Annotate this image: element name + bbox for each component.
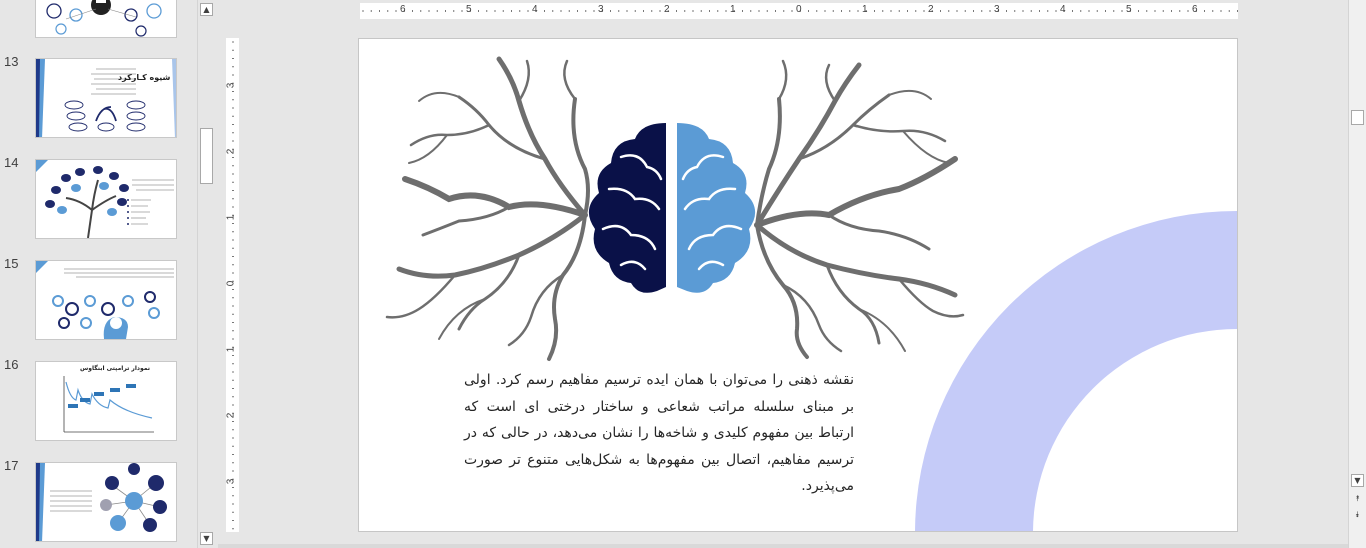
slide-number: 14 bbox=[4, 155, 19, 170]
slide-canvas[interactable]: نقشه ذهنی را می‌توان با همان ایده ترسیم … bbox=[358, 38, 1238, 532]
ruler-label: 3 bbox=[225, 478, 237, 485]
scroll-up-arrow-icon[interactable]: ▲ bbox=[200, 3, 213, 16]
thumbnail-scrollbar[interactable]: ▲ ▼ bbox=[197, 0, 216, 548]
slide-thumbnail-13[interactable]: شیوه کـارکرد bbox=[35, 58, 177, 138]
ruler-label: 3 bbox=[994, 4, 1000, 15]
thumbnail-title: نمودار ترامپتی ابنگاوس bbox=[80, 365, 151, 372]
thumbnail-title: شیوه کـارکرد bbox=[118, 73, 171, 82]
slide-thumbnail-12[interactable] bbox=[35, 0, 177, 38]
slide-scrollbar[interactable]: ▼ ⯭ ⯯ bbox=[1348, 0, 1366, 548]
slide-editing-area: 6 5 4 3 2 1 0 1 2 3 4 5 6 3 2 1 0 1 2 3 bbox=[218, 0, 1348, 548]
slide-number: 15 bbox=[4, 256, 19, 271]
scrollbar-thumb[interactable] bbox=[1351, 110, 1364, 125]
scrollbar-thumb[interactable] bbox=[200, 128, 213, 184]
scroll-down-arrow-icon[interactable]: ▼ bbox=[200, 532, 213, 545]
previous-slide-icon[interactable]: ⯭ bbox=[1351, 493, 1364, 506]
ruler-label: 2 bbox=[664, 4, 670, 15]
slide-thumbnail-16[interactable]: نمودار ترامپتی ابنگاوس bbox=[35, 361, 177, 441]
ruler-label: 5 bbox=[1126, 4, 1132, 15]
ruler-label: 4 bbox=[1060, 4, 1066, 15]
slide-number: 13 bbox=[4, 54, 19, 69]
ruler-label: 3 bbox=[225, 82, 237, 89]
ruler-label: 1 bbox=[862, 4, 868, 15]
ruler-label: 6 bbox=[400, 4, 406, 15]
ruler-label: 2 bbox=[928, 4, 934, 15]
horizontal-scrollbar[interactable] bbox=[218, 544, 1348, 548]
horizontal-ruler[interactable]: 6 5 4 3 2 1 0 1 2 3 4 5 6 bbox=[360, 3, 1238, 19]
slide-number: 17 bbox=[4, 458, 19, 473]
ruler-label: 2 bbox=[225, 412, 237, 419]
ruler-label: 1 bbox=[225, 214, 237, 221]
ruler-label: 6 bbox=[1192, 4, 1198, 15]
ruler-label: 2 bbox=[225, 148, 237, 155]
ruler-label: 0 bbox=[796, 4, 802, 15]
ruler-label: 4 bbox=[532, 4, 538, 15]
ruler-label: 5 bbox=[466, 4, 472, 15]
vertical-ruler[interactable]: 3 2 1 0 1 2 3 bbox=[225, 38, 239, 532]
scroll-down-arrow-icon[interactable]: ▼ bbox=[1351, 474, 1364, 487]
slide-thumbnail-15[interactable] bbox=[35, 260, 177, 340]
slide-thumbnail-17[interactable] bbox=[35, 462, 177, 542]
ruler-label: 1 bbox=[730, 4, 736, 15]
slide-thumbnail-14[interactable] bbox=[35, 159, 177, 239]
slide-body-text[interactable]: نقشه ذهنی را می‌توان با همان ایده ترسیم … bbox=[464, 367, 854, 500]
slide-number: 16 bbox=[4, 357, 19, 372]
ruler-label: 0 bbox=[225, 280, 237, 287]
slide-thumbnail-pane: 13 شیوه کـارکرد 14 15 16 نمودار ترامپتی … bbox=[0, 0, 196, 548]
ruler-label: 1 bbox=[225, 346, 237, 353]
ruler-label: 3 bbox=[598, 4, 604, 15]
next-slide-icon[interactable]: ⯯ bbox=[1351, 509, 1364, 522]
